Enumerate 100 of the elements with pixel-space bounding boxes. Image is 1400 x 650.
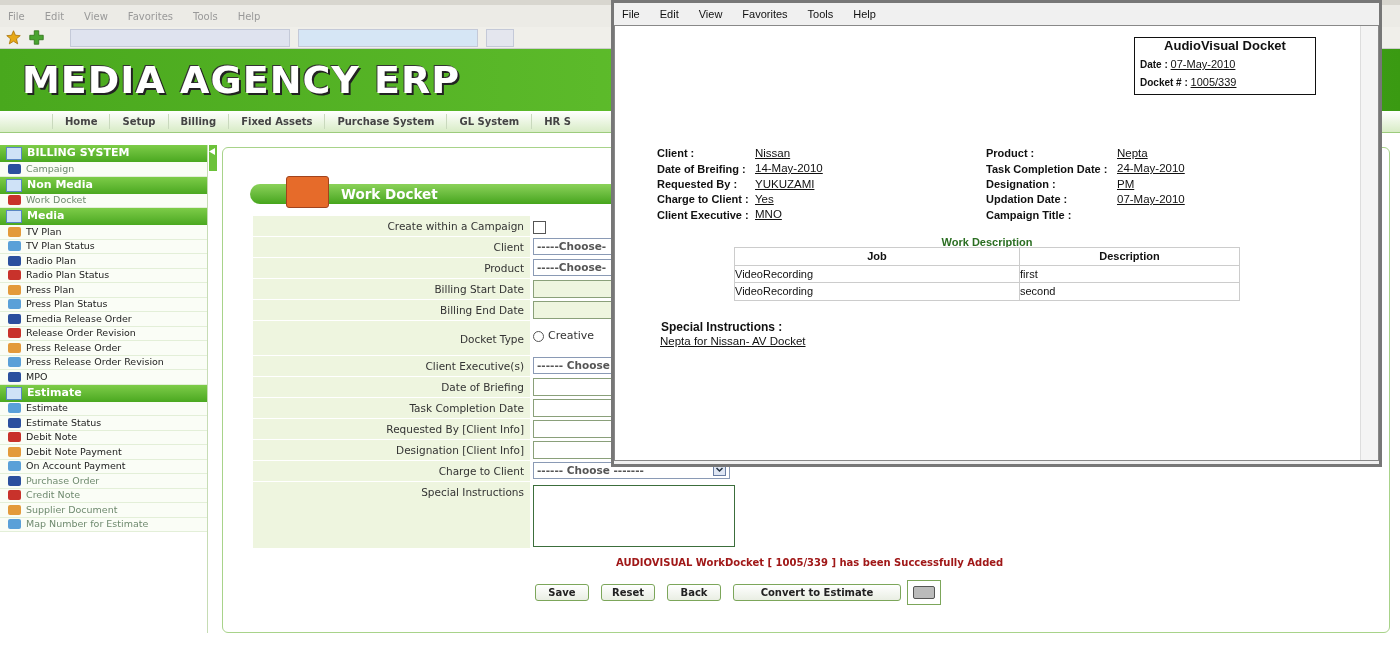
- document-icon: [8, 255, 21, 266]
- field-label: Updation Date :: [986, 192, 1069, 208]
- field-value: 14-May-2010: [755, 161, 823, 177]
- collapse-tab[interactable]: [209, 145, 217, 171]
- field-label: Charge to Client: [438, 465, 524, 477]
- field-value: Yes: [755, 191, 774, 207]
- document-icon: [8, 403, 21, 414]
- document-icon: [8, 446, 21, 457]
- radio-button[interactable]: [533, 330, 544, 342]
- nav-link[interactable]: Home: [52, 114, 110, 129]
- folder-icon: [6, 147, 22, 160]
- special-label: Special Instructions :: [661, 319, 783, 336]
- plus-icon[interactable]: [29, 30, 44, 45]
- field-value: MNO: [755, 207, 782, 223]
- table-cell: first: [1019, 265, 1240, 283]
- checkbox[interactable]: [533, 221, 546, 234]
- nav-link[interactable]: HR S: [531, 114, 583, 129]
- menu-item[interactable]: Edit: [659, 5, 679, 23]
- table-title: Work Description: [940, 235, 1034, 250]
- sidebar-item[interactable]: Press Plan: [0, 283, 207, 298]
- menu-item[interactable]: Help: [853, 5, 876, 23]
- table-cell: second: [1019, 282, 1240, 300]
- nav-link[interactable]: Setup: [109, 114, 168, 129]
- column-header: Description: [1019, 247, 1240, 265]
- field-value: Nissan: [755, 146, 791, 162]
- banner-title: MEDIA AGENCY ERP: [22, 56, 461, 104]
- document-icon: [8, 357, 21, 368]
- docket-value: 07-May-2010: [1170, 58, 1236, 70]
- document-icon: [8, 299, 21, 310]
- nav-link[interactable]: Purchase System: [324, 114, 447, 129]
- special-link[interactable]: Nepta for Nissan- AV Docket: [660, 333, 806, 351]
- sidebar-item[interactable]: Radio Plan: [0, 254, 207, 269]
- document-icon: [8, 284, 21, 295]
- folder-icon: [6, 210, 22, 223]
- star-icon[interactable]: [6, 30, 21, 45]
- sidebar-item[interactable]: Emedia Release Order: [0, 312, 207, 327]
- field-label: Task Completion Date :: [986, 161, 1109, 177]
- field-value: PM: [1117, 176, 1135, 192]
- docket-title: AudioVisual Docket: [1163, 38, 1287, 54]
- menu-item[interactable]: File: [622, 5, 640, 23]
- document-icon: [8, 519, 21, 530]
- table-cell: VideoRecording: [734, 265, 1020, 283]
- sidebar-item[interactable]: Purchase Order: [0, 474, 207, 489]
- field-label: Requested By [Client Info]: [386, 423, 524, 435]
- field-label: Billing Start Date: [434, 283, 524, 295]
- field-label: Product: [484, 262, 524, 274]
- document-icon: [8, 270, 21, 281]
- document-icon: [8, 417, 21, 428]
- field-label: Create within a Campaign: [387, 220, 524, 232]
- text-area[interactable]: [533, 485, 735, 547]
- document-icon: [8, 313, 21, 324]
- folder-icon: [6, 386, 22, 400]
- print-button[interactable]: [907, 580, 941, 605]
- field-label: Product :: [986, 146, 1036, 162]
- nav-link[interactable]: Billing: [167, 114, 229, 129]
- radio-label: Creative: [548, 328, 595, 344]
- section-title: Work Docket: [341, 184, 438, 204]
- sidebar-item[interactable]: Debit Note Payment: [0, 445, 207, 460]
- field-value: 24-May-2010: [1117, 161, 1185, 177]
- sidebar-item[interactable]: MPO: [0, 370, 207, 385]
- docket-label: Date :: [1140, 59, 1168, 70]
- docket-label: Docket # :: [1140, 77, 1188, 88]
- field-value: 07-May-2010: [1117, 191, 1185, 207]
- form-button[interactable]: Back: [667, 584, 721, 601]
- nav-link[interactable]: GL System: [446, 114, 532, 129]
- field-label: Charge to Client :: [657, 192, 750, 208]
- menu-item[interactable]: Favorites: [742, 5, 788, 23]
- sidebar-item[interactable]: Supplier Document: [0, 503, 207, 518]
- document-icon: [8, 328, 21, 339]
- address-bar[interactable]: [70, 28, 290, 47]
- menu-item[interactable]: View: [698, 5, 723, 23]
- collapse-arrow-icon: [209, 148, 216, 155]
- browser-tab[interactable]: [298, 28, 478, 47]
- field-label: Date of Breifing :: [657, 161, 747, 177]
- form-button[interactable]: Save: [535, 584, 589, 601]
- document-icon: [8, 226, 21, 237]
- field-label: Requested By :: [657, 177, 739, 192]
- new-tab-button[interactable]: [486, 28, 514, 47]
- sidebar-item[interactable]: Press Release Order: [0, 341, 207, 356]
- document-icon: [8, 461, 21, 472]
- sidebar-item[interactable]: Estimate Status: [0, 416, 207, 431]
- field-label: Campaign Title :: [986, 207, 1073, 223]
- document-icon: [8, 195, 21, 206]
- document-icon: [8, 241, 21, 252]
- menu-item[interactable]: Tools: [807, 5, 834, 23]
- scrollbar[interactable]: [1360, 26, 1378, 460]
- folder-icon: [6, 178, 22, 192]
- nav-link[interactable]: Fixed Assets: [228, 114, 325, 129]
- form-button[interactable]: Convert to Estimate: [733, 584, 901, 601]
- field-label: Client Executive :: [657, 207, 750, 223]
- document-icon: [8, 371, 21, 382]
- printer-icon: [913, 586, 935, 599]
- sidebar-item[interactable]: Campaign: [0, 162, 207, 177]
- sidebar-item[interactable]: TV Plan: [0, 225, 207, 240]
- field-label: Client: [493, 241, 524, 253]
- document-icon: [8, 432, 21, 443]
- field-value: YUKUZAMI: [755, 176, 815, 192]
- form-button[interactable]: Reset: [601, 584, 655, 601]
- field-label: Designation [Client Info]: [396, 444, 524, 456]
- field-label: Billing End Date: [440, 304, 524, 316]
